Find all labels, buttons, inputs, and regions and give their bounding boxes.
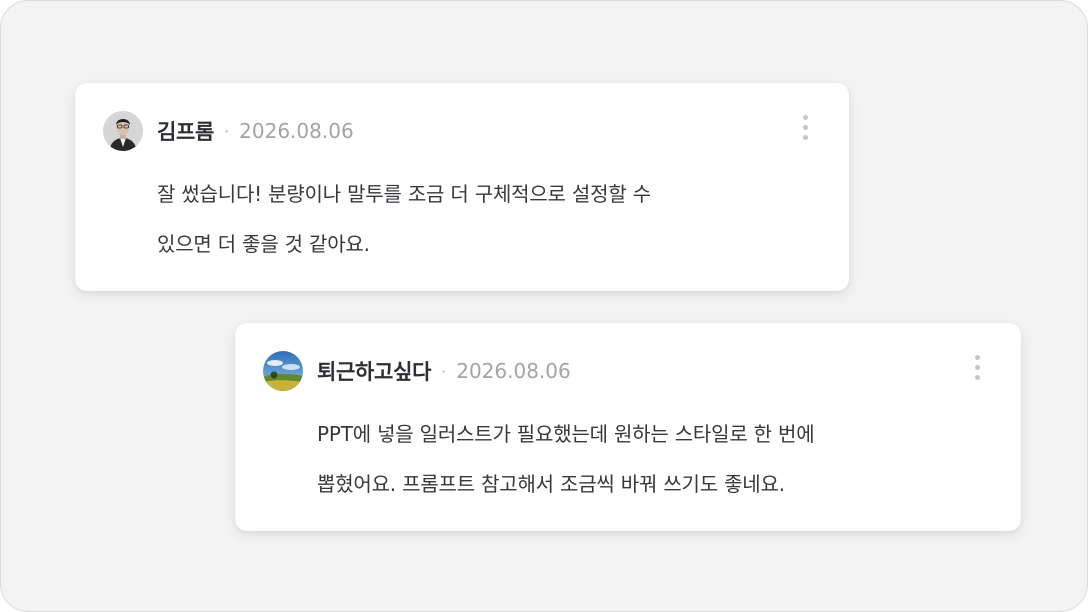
- landscape-photo-icon: [263, 351, 303, 391]
- meta-separator: ·: [224, 121, 230, 141]
- comment-date: 2026.08.06: [239, 119, 354, 143]
- meta-separator: ·: [441, 361, 447, 381]
- comment-text-line: PPT에 넣을 일러스트가 필요했는데 원하는 스타일로 한 번에: [317, 422, 815, 446]
- comment-card: 김프롬 · 2026.08.06 잘 썼습니다! 분량이나 말투를 조금 더 구…: [75, 83, 849, 291]
- comment-header: 퇴근하고싶다 · 2026.08.06: [263, 351, 571, 391]
- comments-panel: 김프롬 · 2026.08.06 잘 썼습니다! 분량이나 말투를 조금 더 구…: [0, 0, 1088, 612]
- avatar[interactable]: [263, 351, 303, 391]
- comment-text: 잘 썼습니다! 분량이나 말투를 조금 더 구체적으로 설정할 수 있으면 더 …: [157, 169, 817, 269]
- author-name[interactable]: 김프롬: [157, 116, 214, 146]
- comment-text-line: 있으면 더 좋을 것 같아요.: [157, 232, 370, 256]
- comment-card: 퇴근하고싶다 · 2026.08.06 PPT에 넣을 일러스트가 필요했는데 …: [235, 323, 1021, 531]
- comment-text: PPT에 넣을 일러스트가 필요했는데 원하는 스타일로 한 번에 뽑혔어요. …: [317, 409, 977, 509]
- comment-text-line: 뽑혔어요. 프롬프트 참고해서 조금씩 바꿔 쓰기도 좋네요.: [317, 472, 785, 496]
- comment-text-line: 잘 썼습니다! 분량이나 말투를 조금 더 구체적으로 설정할 수: [157, 182, 651, 206]
- avatar[interactable]: [103, 111, 143, 151]
- comment-date: 2026.08.06: [456, 359, 571, 383]
- comment-header: 김프롬 · 2026.08.06: [103, 111, 354, 151]
- person-photo-icon: [103, 111, 143, 151]
- author-name[interactable]: 퇴근하고싶다: [317, 356, 431, 386]
- more-vertical-icon[interactable]: [797, 115, 813, 143]
- more-vertical-icon[interactable]: [969, 355, 985, 383]
